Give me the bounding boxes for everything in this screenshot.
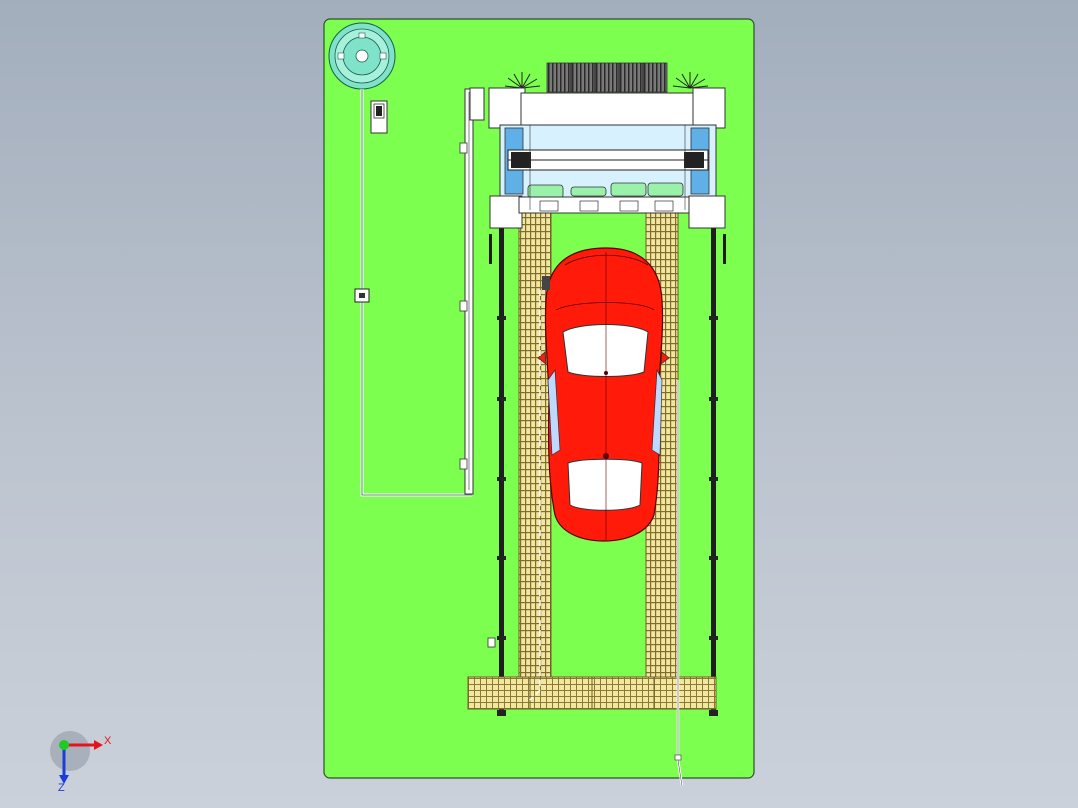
triad-x-label: X [104,735,112,747]
wash-gantry[interactable] [469,87,726,229]
axis-triad: X Z [50,731,112,794]
control-box[interactable] [370,100,388,134]
top-brush-block[interactable] [546,62,668,93]
triad-z-label: Z [58,782,65,794]
triad-origin-shadow [50,731,90,771]
hose-reel[interactable] [328,22,396,90]
car[interactable] [537,247,670,542]
cad-viewport[interactable]: X Z [0,0,1078,808]
drain-fitting[interactable] [487,637,496,648]
triad-y-axis [59,740,69,750]
